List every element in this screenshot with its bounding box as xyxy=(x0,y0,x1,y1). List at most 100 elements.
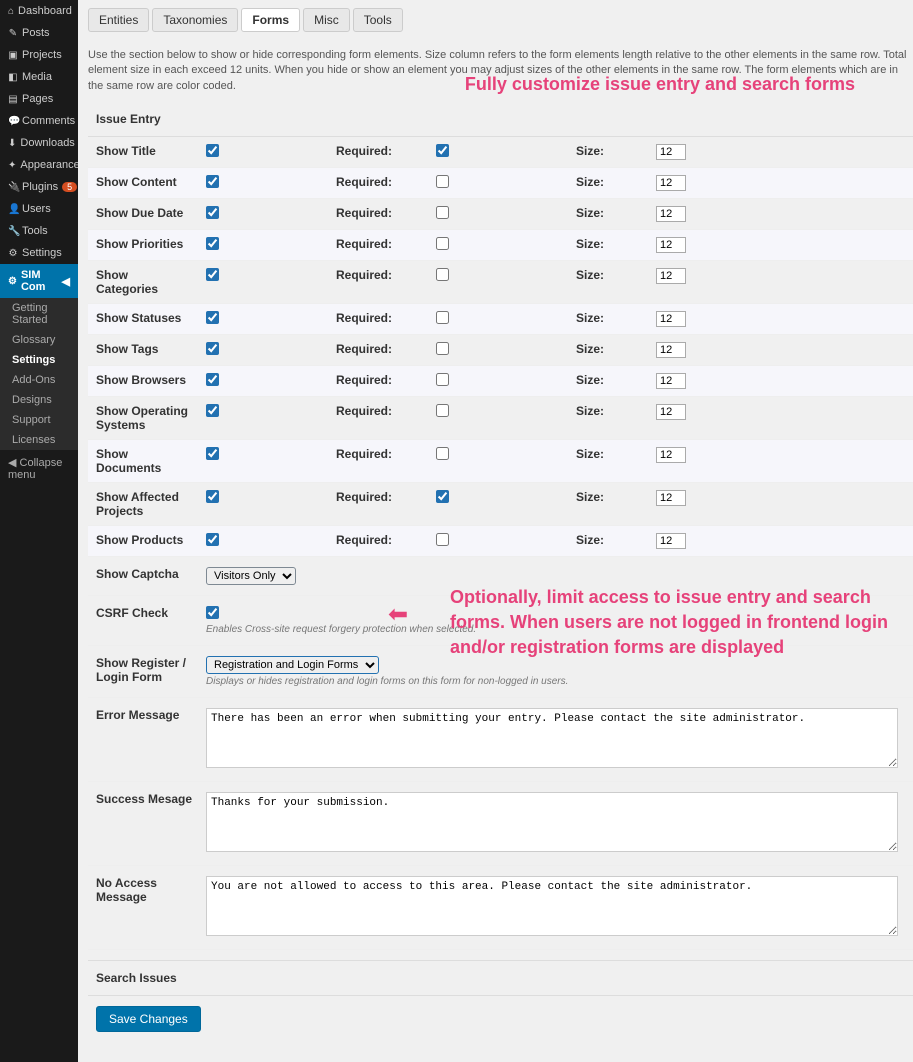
sidebar-icon: 🔌 xyxy=(8,182,18,193)
error-msg-input[interactable] xyxy=(206,708,898,768)
show-checkbox[interactable] xyxy=(206,533,219,546)
required-checkbox[interactable] xyxy=(436,373,449,386)
size-input[interactable] xyxy=(656,175,686,191)
required-label: Required: xyxy=(328,230,428,261)
required-checkbox[interactable] xyxy=(436,144,449,157)
show-checkbox[interactable] xyxy=(206,373,219,386)
show-checkbox[interactable] xyxy=(206,268,219,281)
required-checkbox[interactable] xyxy=(436,206,449,219)
collapse-menu[interactable]: ◀ Collapse menu xyxy=(0,450,78,487)
sidebar-sub-settings[interactable]: Settings xyxy=(0,350,78,370)
size-input[interactable] xyxy=(656,311,686,327)
show-checkbox[interactable] xyxy=(206,342,219,355)
table-row: Show DocumentsRequired:Size: xyxy=(88,440,913,483)
sidebar-item-settings[interactable]: ⚙Settings xyxy=(0,242,78,264)
sidebar-item-users[interactable]: 👤Users xyxy=(0,198,78,220)
show-checkbox[interactable] xyxy=(206,447,219,460)
tab-misc[interactable]: Misc xyxy=(303,8,350,32)
size-input[interactable] xyxy=(656,490,686,506)
sidebar-icon: 👤 xyxy=(8,204,18,215)
csrf-desc: Enables Cross-site request forgery prote… xyxy=(206,624,905,635)
badge: 5 xyxy=(62,182,77,192)
sidebar-item-posts[interactable]: ✎Posts xyxy=(0,22,78,44)
tab-tools[interactable]: Tools xyxy=(353,8,403,32)
show-checkbox[interactable] xyxy=(206,490,219,503)
required-label: Required: xyxy=(328,335,428,366)
show-checkbox[interactable] xyxy=(206,237,219,250)
table-row: Show Affected ProjectsRequired:Size: xyxy=(88,483,913,526)
size-label: Size: xyxy=(568,335,648,366)
required-label: Required: xyxy=(328,261,428,304)
required-checkbox[interactable] xyxy=(436,237,449,250)
size-label: Size: xyxy=(568,397,648,440)
required-checkbox[interactable] xyxy=(436,175,449,188)
size-label: Size: xyxy=(568,526,648,557)
size-input[interactable] xyxy=(656,144,686,160)
table-row: Show ContentRequired:Size: xyxy=(88,168,913,199)
required-checkbox[interactable] xyxy=(436,311,449,324)
sidebar-item-comments[interactable]: 💬Comments 1 xyxy=(0,110,78,132)
row-label: Show Products xyxy=(88,526,198,557)
sidebar-item-projects[interactable]: ▣Projects xyxy=(0,44,78,66)
sidebar-icon: 💬 xyxy=(8,116,18,127)
captcha-select[interactable]: Visitors Only xyxy=(206,567,296,585)
size-input[interactable] xyxy=(656,342,686,358)
tab-forms[interactable]: Forms xyxy=(241,8,300,32)
sidebar-sub-add-ons[interactable]: Add-Ons xyxy=(0,370,78,390)
sidebar-item-plugins[interactable]: 🔌Plugins 5 xyxy=(0,176,78,198)
main-content: EntitiesTaxonomiesFormsMiscTools Use the… xyxy=(78,0,913,1062)
required-checkbox[interactable] xyxy=(436,490,449,503)
tab-entities[interactable]: Entities xyxy=(88,8,149,32)
required-label: Required: xyxy=(328,199,428,230)
required-checkbox[interactable] xyxy=(436,533,449,546)
size-input[interactable] xyxy=(656,237,686,253)
sidebar-sub-getting-started[interactable]: Getting Started xyxy=(0,298,78,330)
sidebar-item-tools[interactable]: 🔧Tools xyxy=(0,220,78,242)
required-label: Required: xyxy=(328,483,428,526)
table-row: Show Operating SystemsRequired:Size: xyxy=(88,397,913,440)
table-row: Show TitleRequired:Size: xyxy=(88,137,913,168)
sidebar-sub-licenses[interactable]: Licenses xyxy=(0,430,78,450)
show-checkbox[interactable] xyxy=(206,144,219,157)
size-input[interactable] xyxy=(656,533,686,549)
sidebar-item-sim-com[interactable]: ⚙SIM Com◀ xyxy=(0,264,78,298)
row-label: Show Due Date xyxy=(88,199,198,230)
required-checkbox[interactable] xyxy=(436,404,449,417)
sidebar-item-pages[interactable]: ▤Pages xyxy=(0,88,78,110)
size-input[interactable] xyxy=(656,268,686,284)
form-rows-table: Show TitleRequired:Size:Show ContentRequ… xyxy=(88,137,913,557)
noaccess-msg-input[interactable] xyxy=(206,876,898,936)
sidebar-icon: ✦ xyxy=(8,160,16,171)
size-label: Size: xyxy=(568,483,648,526)
success-msg-input[interactable] xyxy=(206,792,898,852)
table-row: Show TagsRequired:Size: xyxy=(88,335,913,366)
size-input[interactable] xyxy=(656,447,686,463)
reglogin-desc: Displays or hides registration and login… xyxy=(206,676,905,687)
reglogin-select[interactable]: Registration and Login Forms xyxy=(206,656,379,674)
sidebar-sub-designs[interactable]: Designs xyxy=(0,390,78,410)
csrf-checkbox[interactable] xyxy=(206,606,219,619)
required-checkbox[interactable] xyxy=(436,268,449,281)
sidebar-sub-support[interactable]: Support xyxy=(0,410,78,430)
sidebar-icon: ⚙ xyxy=(8,248,18,259)
table-row: Show Due DateRequired:Size: xyxy=(88,199,913,230)
save-button[interactable]: Save Changes xyxy=(96,1006,201,1032)
size-label: Size: xyxy=(568,304,648,335)
row-label: Show Browsers xyxy=(88,366,198,397)
show-checkbox[interactable] xyxy=(206,311,219,324)
required-checkbox[interactable] xyxy=(436,342,449,355)
required-label: Required: xyxy=(328,526,428,557)
sidebar-item-media[interactable]: ◧Media xyxy=(0,66,78,88)
show-checkbox[interactable] xyxy=(206,175,219,188)
size-input[interactable] xyxy=(656,206,686,222)
sidebar-sub-glossary[interactable]: Glossary xyxy=(0,330,78,350)
show-checkbox[interactable] xyxy=(206,206,219,219)
sidebar-item-appearance[interactable]: ✦Appearance xyxy=(0,154,78,176)
size-input[interactable] xyxy=(656,404,686,420)
show-checkbox[interactable] xyxy=(206,404,219,417)
size-input[interactable] xyxy=(656,373,686,389)
sidebar-item-downloads[interactable]: ⬇Downloads xyxy=(0,132,78,154)
tab-taxonomies[interactable]: Taxonomies xyxy=(152,8,238,32)
required-checkbox[interactable] xyxy=(436,447,449,460)
sidebar-item-dashboard[interactable]: ⌂Dashboard xyxy=(0,0,78,22)
